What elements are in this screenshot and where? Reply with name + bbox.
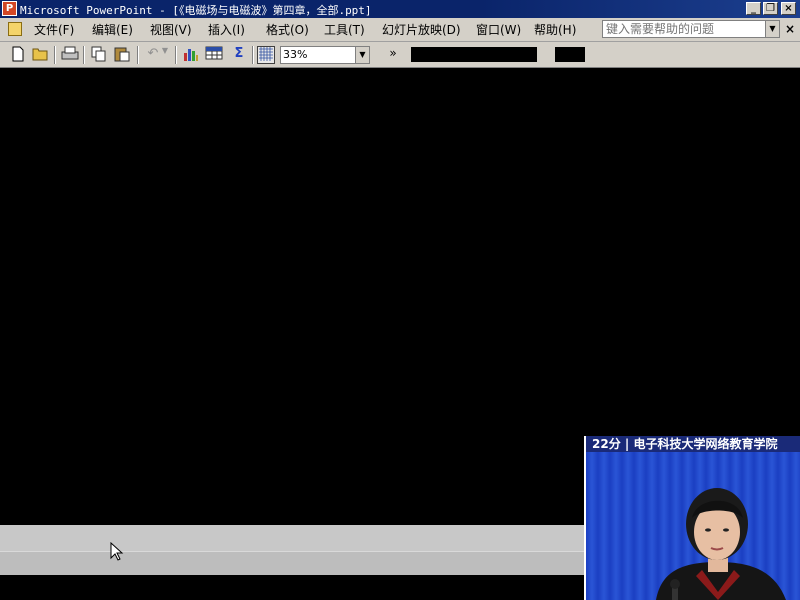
help-search-input[interactable] [604, 22, 768, 36]
toolbar-overflow-icon[interactable]: » [386, 46, 400, 64]
menu-insert[interactable]: 插入(I) [208, 22, 245, 38]
menu-view[interactable]: 视图(V) [150, 22, 192, 38]
menu-format[interactable]: 格式(O) [266, 22, 309, 38]
table-icon[interactable] [205, 46, 223, 64]
video-frame [586, 452, 800, 600]
new-icon[interactable] [9, 46, 27, 64]
copy-icon[interactable] [90, 46, 108, 64]
menu-slide-show[interactable]: 幻灯片放映(D) [382, 22, 461, 38]
menu-window[interactable]: 窗口(W) [476, 22, 521, 38]
paste-icon[interactable] [113, 46, 131, 64]
menu-edit[interactable]: 编辑(E) [92, 22, 133, 38]
document-icon[interactable] [8, 22, 22, 36]
video-caption: 22分 | 电子科技大学网络教育学院 [586, 436, 800, 452]
toolbar-separator [137, 46, 139, 64]
toolbar-separator [252, 46, 254, 64]
menu-file[interactable]: 文件(F) [34, 22, 74, 38]
powerpoint-app-icon[interactable]: P [2, 1, 17, 16]
mouse-cursor-icon [110, 541, 124, 562]
help-search-box[interactable]: ▼ [602, 20, 780, 38]
zoom-select[interactable]: 33% ▼ [280, 46, 370, 64]
sigma-icon[interactable]: Σ [230, 46, 248, 64]
toolbar-separator [54, 46, 56, 64]
window-title: Microsoft PowerPoint - [《电磁场与电磁波》第四章，全部.… [20, 4, 372, 17]
chevron-down-icon[interactable]: ▼ [160, 46, 170, 64]
menu-help[interactable]: 帮助(H) [534, 22, 576, 38]
title-bar: P Microsoft PowerPoint - [《电磁场与电磁波》第四章，全… [0, 0, 800, 18]
toolbar-separator [83, 46, 85, 64]
standard-toolbar: ↶ ▼ Σ 33% ▼ » [0, 42, 800, 68]
chart-icon[interactable] [182, 46, 200, 64]
redacted-toolbar-region [411, 47, 537, 62]
chevron-down-icon[interactable]: ▼ [765, 21, 779, 37]
lecturer-image [656, 488, 786, 600]
restore-button[interactable]: ❐ [763, 2, 778, 15]
toolbar-separator [175, 46, 177, 64]
menu-bar: 文件(F) 编辑(E) 视图(V) 插入(I) 格式(O) 工具(T) 幻灯片放… [0, 18, 800, 42]
print-icon[interactable] [61, 46, 79, 64]
redacted-toolbar-region [555, 47, 585, 62]
lecture-video-overlay: 22分 | 电子科技大学网络教育学院 [584, 436, 800, 600]
close-button[interactable]: × [781, 2, 796, 15]
grid-icon[interactable] [257, 46, 275, 64]
zoom-value: 33% [283, 48, 308, 61]
menu-tools[interactable]: 工具(T) [324, 22, 365, 38]
chevron-down-icon[interactable]: ▼ [355, 47, 369, 63]
minimize-button[interactable]: _ [746, 2, 761, 15]
open-icon[interactable] [32, 46, 50, 64]
close-document-button[interactable]: × [784, 21, 796, 37]
